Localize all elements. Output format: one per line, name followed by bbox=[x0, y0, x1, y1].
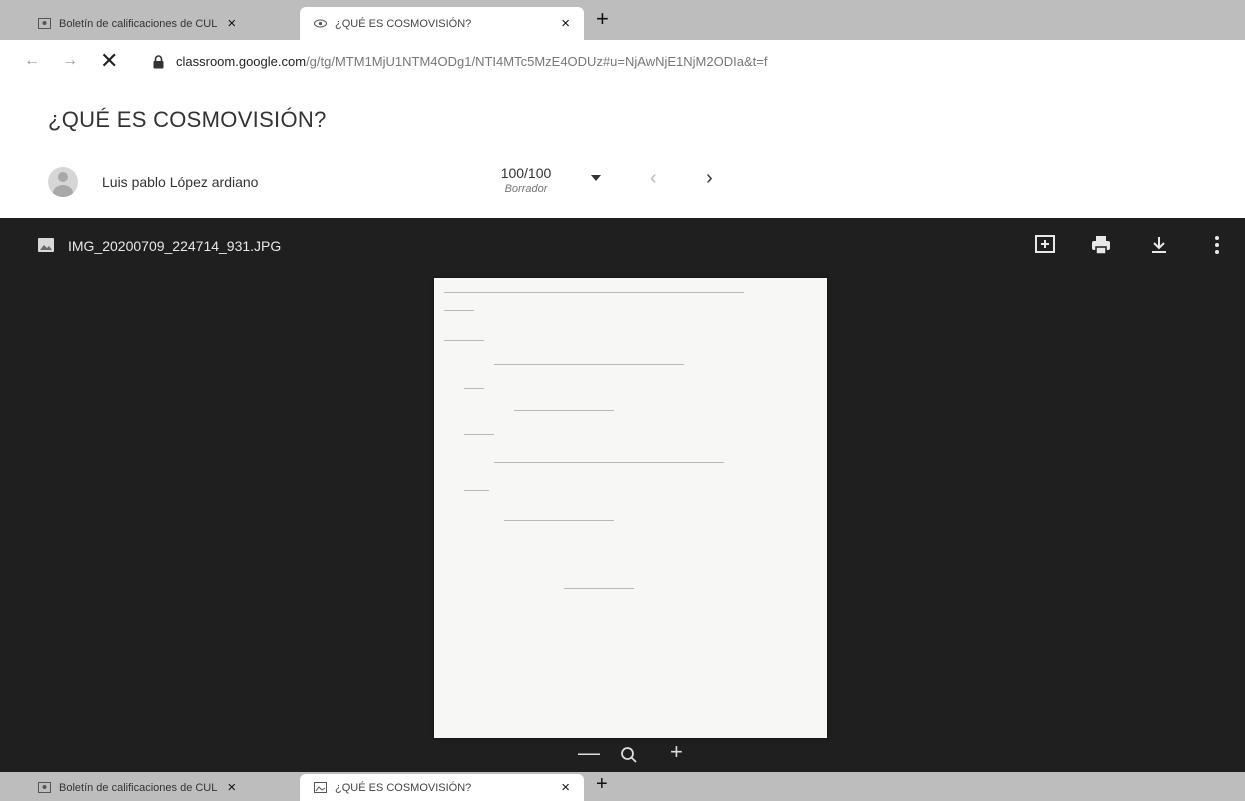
viewer-header: IMG_20200709_224714_931.JPG bbox=[0, 218, 1245, 274]
tab-boletin[interactable]: Boletín de calificaciones de CUL × bbox=[30, 7, 296, 40]
tab-label: ¿QUÉ ES COSMOVISIÓN? bbox=[335, 781, 472, 794]
previous-student-button[interactable]: ‹ bbox=[650, 167, 657, 190]
file-viewer: IMG_20200709_224714_931.JPG — + bbox=[0, 218, 1245, 772]
tab-close-icon[interactable]: × bbox=[227, 779, 236, 796]
browser-tab-strip: Boletín de calificaciones de CUL × ¿QUÉ … bbox=[0, 0, 1245, 40]
zoom-out-button[interactable]: — bbox=[578, 740, 600, 766]
print-icon[interactable] bbox=[1090, 234, 1112, 256]
tab-cosmovision[interactable]: ¿QUÉ ES COSMOVISIÓN? × bbox=[300, 774, 584, 801]
tab-close-icon[interactable]: × bbox=[561, 15, 570, 32]
zoom-magnifier-icon[interactable] bbox=[620, 746, 638, 764]
tab-label: ¿QUÉ ES COSMOVISIÓN? bbox=[335, 17, 472, 30]
grade-value: 100/100 bbox=[500, 165, 552, 181]
dropdown-arrow-icon[interactable] bbox=[591, 175, 601, 181]
tab-label: Boletín de calificaciones de CUL bbox=[59, 17, 218, 30]
student-name: Luis pablo López ardiano bbox=[102, 174, 259, 190]
address-bar[interactable]: classroom.google.com/g/tg/MTM1MjU1NTM4OD… bbox=[176, 54, 767, 69]
classroom-favicon-icon bbox=[38, 18, 51, 29]
stop-loading-button[interactable]: ✕ bbox=[100, 48, 118, 74]
forward-button[interactable]: → bbox=[62, 52, 78, 70]
more-vert-icon[interactable] bbox=[1206, 234, 1228, 256]
zoom-in-button[interactable]: + bbox=[670, 739, 683, 765]
tab-close-icon[interactable]: × bbox=[561, 779, 570, 796]
download-icon[interactable] bbox=[1148, 234, 1170, 256]
new-tab-button[interactable]: + bbox=[596, 773, 608, 796]
url-path: /g/tg/MTM1MjU1NTM4ODg1/NTI4MTc5MzE4ODUz#… bbox=[306, 54, 768, 69]
avatar bbox=[48, 167, 78, 197]
next-student-button[interactable]: › bbox=[706, 167, 713, 190]
student-header: Luis pablo López ardiano 100/100 Borrado… bbox=[0, 155, 1245, 210]
image-file-icon bbox=[38, 238, 54, 252]
new-tab-button[interactable]: + bbox=[596, 6, 609, 32]
eye-favicon-icon bbox=[314, 19, 327, 28]
tab-label: Boletín de calificaciones de CUL bbox=[59, 781, 218, 794]
image-favicon-icon bbox=[314, 782, 327, 793]
lock-icon bbox=[153, 55, 164, 69]
tab-cosmovision[interactable]: ¿QUÉ ES COSMOVISIÓN? × bbox=[300, 7, 584, 40]
page-title: ¿QUÉ ES COSMOVISIÓN? bbox=[48, 107, 327, 132]
browser-toolbar: ← → ✕ classroom.google.com/g/tg/MTM1MjU1… bbox=[0, 42, 1245, 84]
url-host: classroom.google.com bbox=[176, 54, 307, 69]
tab-close-icon[interactable]: × bbox=[227, 15, 236, 32]
document-preview-image bbox=[434, 278, 827, 738]
classroom-favicon-icon bbox=[38, 782, 51, 793]
grade-status: Borrador bbox=[504, 183, 548, 195]
file-name: IMG_20200709_224714_931.JPG bbox=[68, 238, 282, 254]
browser-tab-strip-bottom: Boletín de calificaciones de CUL × ¿QUÉ … bbox=[0, 772, 1245, 801]
zoom-controls: — + bbox=[568, 738, 698, 772]
back-button[interactable]: ← bbox=[24, 52, 40, 70]
grade-field[interactable]: 100/100 Borrador bbox=[488, 165, 564, 195]
add-comment-icon[interactable] bbox=[1034, 234, 1056, 256]
tab-boletin[interactable]: Boletín de calificaciones de CUL × bbox=[30, 774, 296, 801]
